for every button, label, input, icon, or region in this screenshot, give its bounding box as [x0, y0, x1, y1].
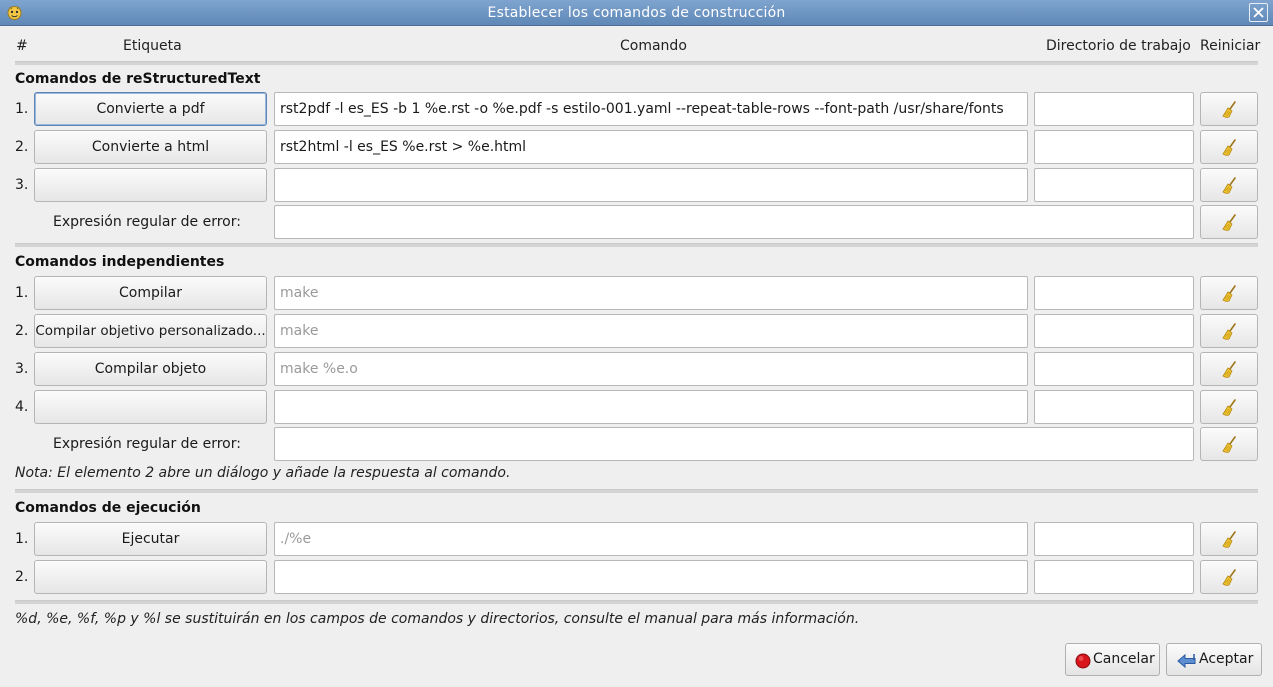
broom-icon [1221, 139, 1239, 157]
independent-command-field-3[interactable]: make %e.o [274, 352, 1028, 386]
independent-error-regex-label: Expresión regular de error: [53, 436, 241, 452]
broom-icon [1221, 285, 1239, 303]
row-number: 2. [15, 569, 29, 585]
broom-icon [1221, 436, 1239, 454]
rst-label-button-1[interactable]: Convierte a pdf [34, 92, 267, 126]
rst-error-regex-field[interactable] [274, 205, 1194, 239]
row-number: 3. [15, 177, 29, 193]
placeholder-help-note: %d, %e, %f, %p y %l se sustituirán en lo… [15, 611, 860, 627]
execute-command-field-1[interactable]: ./%e [274, 522, 1028, 556]
independent-reset-button-2[interactable] [1200, 314, 1258, 348]
accept-label: Aceptar [1199, 651, 1254, 667]
cancel-label: Cancelar [1093, 651, 1155, 667]
independent-workdir-field-2[interactable] [1034, 314, 1194, 348]
close-icon [1253, 7, 1264, 18]
header-workdir: Directorio de trabajo [1046, 38, 1191, 54]
broom-icon [1221, 177, 1239, 195]
independent-label-button-3[interactable]: Compilar objeto [34, 352, 267, 386]
close-window-button[interactable] [1249, 3, 1268, 22]
section-title-independent: Comandos independientes [15, 254, 225, 270]
independent-reset-button-1[interactable] [1200, 276, 1258, 310]
rst-label-button-2[interactable]: Convierte a html [34, 130, 267, 164]
rst-error-regex-label: Expresión regular de error: [53, 214, 241, 230]
broom-icon [1221, 214, 1239, 232]
rst-workdir-field-2[interactable] [1034, 130, 1194, 164]
execute-workdir-field-1[interactable] [1034, 522, 1194, 556]
header-label: Etiqueta [123, 38, 182, 54]
broom-icon [1221, 101, 1239, 119]
accept-button[interactable]: Aceptar [1166, 643, 1262, 676]
row-number: 1. [15, 531, 29, 547]
rst-workdir-field-1[interactable] [1034, 92, 1194, 126]
rst-command-field-2[interactable]: rst2html -l es_ES %e.rst > %e.html [274, 130, 1028, 164]
execute-workdir-field-2[interactable] [1034, 560, 1194, 594]
header-number: # [16, 38, 28, 54]
cancel-button[interactable]: Cancelar [1065, 643, 1160, 676]
broom-icon [1221, 399, 1239, 417]
independent-label-button-1[interactable]: Compilar [34, 276, 267, 310]
independent-error-regex-field[interactable] [274, 427, 1194, 461]
rst-error-reset-button[interactable] [1200, 205, 1258, 239]
execute-command-field-2[interactable] [274, 560, 1028, 594]
independent-label-button-4[interactable] [34, 390, 267, 424]
rst-workdir-field-3[interactable] [1034, 168, 1194, 202]
row-number: 1. [15, 285, 29, 301]
row-number: 2. [15, 139, 29, 155]
header-command: Comando [620, 38, 687, 54]
independent-note: Nota: El elemento 2 abre un diálogo y añ… [15, 465, 511, 481]
cancel-icon [1074, 651, 1092, 669]
separator [15, 61, 1258, 65]
independent-workdir-field-4[interactable] [1034, 390, 1194, 424]
independent-error-reset-button[interactable] [1200, 427, 1258, 461]
independent-workdir-field-3[interactable] [1034, 352, 1194, 386]
header-reset: Reiniciar [1200, 38, 1261, 54]
row-number: 2. [15, 323, 29, 339]
rst-reset-button-1[interactable] [1200, 92, 1258, 126]
row-number: 1. [15, 101, 29, 117]
independent-workdir-field-1[interactable] [1034, 276, 1194, 310]
separator [15, 600, 1258, 604]
row-number: 4. [15, 399, 29, 415]
rst-label-button-3[interactable] [34, 168, 267, 202]
broom-icon [1221, 531, 1239, 549]
section-title-rst: Comandos de reStructuredText [15, 71, 261, 87]
independent-label-button-2[interactable]: Compilar objetivo personalizado... [34, 314, 267, 348]
broom-icon [1221, 323, 1239, 341]
rst-reset-button-2[interactable] [1200, 130, 1258, 164]
separator [15, 489, 1258, 493]
broom-icon [1221, 361, 1239, 379]
row-number: 3. [15, 361, 29, 377]
rst-command-field-3[interactable] [274, 168, 1028, 202]
rst-reset-button-3[interactable] [1200, 168, 1258, 202]
execute-reset-button-1[interactable] [1200, 522, 1258, 556]
independent-command-field-1[interactable]: make [274, 276, 1028, 310]
broom-icon [1221, 569, 1239, 587]
independent-command-field-4[interactable] [274, 390, 1028, 424]
ok-arrow-icon [1177, 651, 1196, 669]
separator [15, 243, 1258, 247]
execute-label-button-2[interactable] [34, 560, 267, 594]
rst-command-field-1[interactable]: rst2pdf -l es_ES -b 1 %e.rst -o %e.pdf -… [274, 92, 1028, 126]
window-title: Establecer los comandos de construcción [487, 5, 786, 21]
title-bar: Establecer los comandos de construcción [0, 0, 1273, 26]
independent-reset-button-3[interactable] [1200, 352, 1258, 386]
execute-label-button-1[interactable]: Ejecutar [34, 522, 267, 556]
independent-command-field-2[interactable]: make [274, 314, 1028, 348]
independent-reset-button-4[interactable] [1200, 390, 1258, 424]
section-title-execute: Comandos de ejecución [15, 500, 201, 516]
execute-reset-button-2[interactable] [1200, 560, 1258, 594]
